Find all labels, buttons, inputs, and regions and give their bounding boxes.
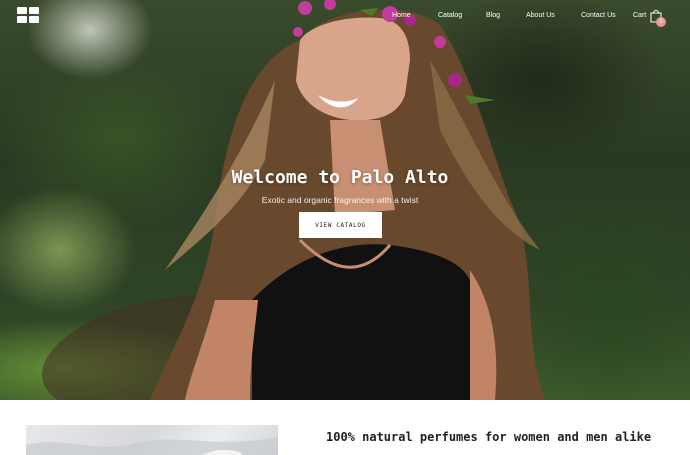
nav-item-catalog[interactable]: Catalog [438, 12, 462, 19]
main-nav: Home Catalog Blog About Us Contact Us Ca… [0, 12, 690, 26]
view-catalog-button[interactable]: VIEW CATALOG [299, 212, 382, 238]
section-title: 100% natural perfumes for women and men … [326, 430, 652, 444]
hero-subtitle: Exotic and organic fragrances with a twi… [261, 195, 419, 205]
nav-item-contact-us[interactable]: Contact Us [581, 12, 616, 19]
nav-item-blog[interactable]: Blog [486, 12, 500, 19]
hero-section: Home Catalog Blog About Us Contact Us Ca… [0, 0, 690, 400]
nav-item-about-us[interactable]: About Us [526, 12, 555, 19]
nav-item-home[interactable]: Home [392, 12, 411, 19]
nav-item-cart[interactable]: Cart [633, 12, 646, 19]
cart-count-badge: 0 [656, 17, 666, 27]
intro-section: 100% natural perfumes for women and men … [0, 400, 690, 455]
product-image [26, 425, 278, 455]
product-image-art [26, 437, 278, 455]
hero-title: Welcome to Palo Alto [231, 167, 449, 188]
